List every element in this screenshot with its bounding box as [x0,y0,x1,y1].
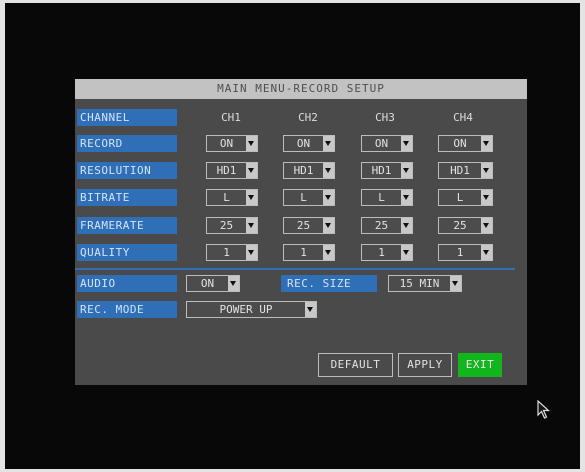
framerate-ch3-value: 25 [374,219,389,232]
bitrate-ch1-select[interactable]: L [206,189,258,206]
rec-mode-label: REC. MODE [77,301,177,318]
framerate-ch4-select[interactable]: 25 [438,217,493,234]
chevron-down-icon [401,218,412,233]
audio-label: AUDIO [77,275,177,292]
chevron-down-icon [246,218,257,233]
default-button[interactable]: DEFAULT [318,353,393,377]
exit-button[interactable]: EXIT [458,353,502,377]
bitrate-ch3-value: L [378,191,385,204]
audio-select[interactable]: ON [186,275,240,292]
channel-header-ch2: CH2 [298,111,318,124]
chevron-down-icon [246,245,257,260]
resolution-ch2-value: HD1 [293,164,314,177]
quality-ch2-select[interactable]: 1 [283,244,335,261]
chevron-down-icon [228,276,239,291]
record-ch2-select[interactable]: ON [283,135,335,152]
chevron-down-icon [323,190,334,205]
record-ch4-value: ON [453,137,467,150]
resolution-ch3-select[interactable]: HD1 [361,162,413,179]
quality-ch4-value: 1 [456,246,464,259]
framerate-ch2-select[interactable]: 25 [283,217,335,234]
chevron-down-icon [305,302,316,317]
chevron-down-icon [401,245,412,260]
framerate-label: FRAMERATE [77,217,177,234]
bitrate-ch2-select[interactable]: L [283,189,335,206]
record-ch3-select[interactable]: ON [361,135,413,152]
framerate-ch1-value: 25 [219,219,234,232]
quality-ch1-value: 1 [223,246,230,259]
chevron-down-icon [481,218,492,233]
quality-ch3-select[interactable]: 1 [361,244,413,261]
framerate-ch3-select[interactable]: 25 [361,217,413,234]
chevron-down-icon [481,136,492,151]
menu-title: MAIN MENU-RECORD SETUP [75,79,527,99]
chevron-down-icon [401,163,412,178]
record-ch1-value: ON [219,137,234,150]
chevron-down-icon [246,190,257,205]
bitrate-ch2-value: L [300,191,307,204]
bitrate-ch4-value: L [456,191,464,204]
quality-ch3-value: 1 [378,246,385,259]
chevron-down-icon [481,245,492,260]
channel-label: CHANNEL [77,109,177,126]
quality-ch2-value: 1 [300,246,307,259]
rec-size-value: 15 MIN [399,277,440,290]
bitrate-ch3-select[interactable]: L [361,189,413,206]
quality-ch4-select[interactable]: 1 [438,244,493,261]
chevron-down-icon [450,276,461,291]
quality-label: QUALITY [77,244,177,261]
record-ch2-value: ON [296,137,311,150]
channel-header-ch1: CH1 [221,111,241,124]
chevron-down-icon [481,190,492,205]
resolution-ch4-select[interactable]: HD1 [438,162,493,179]
chevron-down-icon [323,245,334,260]
resolution-ch1-value: HD1 [216,164,237,177]
framerate-ch1-select[interactable]: 25 [206,217,258,234]
bitrate-ch1-value: L [223,191,230,204]
chevron-down-icon [246,136,257,151]
channel-header-ch4: CH4 [453,111,473,124]
bitrate-label: BITRATE [77,189,177,206]
mouse-pointer-icon [537,400,551,419]
record-ch4-select[interactable]: ON [438,135,493,152]
rec-size-select[interactable]: 15 MIN [388,275,462,292]
resolution-ch3-value: HD1 [371,164,392,177]
resolution-ch4-value: HD1 [450,164,470,177]
quality-ch1-select[interactable]: 1 [206,244,258,261]
chevron-down-icon [323,136,334,151]
resolution-label: RESOLUTION [77,162,177,179]
chevron-down-icon [401,190,412,205]
audio-value: ON [200,277,215,290]
rec-mode-value: POWER UP [219,303,273,316]
record-ch1-select[interactable]: ON [206,135,258,152]
framerate-ch2-value: 25 [296,219,311,232]
resolution-ch2-select[interactable]: HD1 [283,162,335,179]
chevron-down-icon [323,163,334,178]
record-ch3-value: ON [374,137,389,150]
record-label: RECORD [77,135,177,152]
apply-button[interactable]: APPLY [398,353,452,377]
rec-size-label: REC. SIZE [281,275,377,292]
chevron-down-icon [246,163,257,178]
chevron-down-icon [323,218,334,233]
framerate-ch4-value: 25 [453,219,467,232]
channel-header-ch3: CH3 [375,111,395,124]
section-divider [75,268,515,270]
bitrate-ch4-select[interactable]: L [438,189,493,206]
resolution-ch1-select[interactable]: HD1 [206,162,258,179]
rec-mode-select[interactable]: POWER UP [186,301,317,318]
chevron-down-icon [401,136,412,151]
chevron-down-icon [481,163,492,178]
